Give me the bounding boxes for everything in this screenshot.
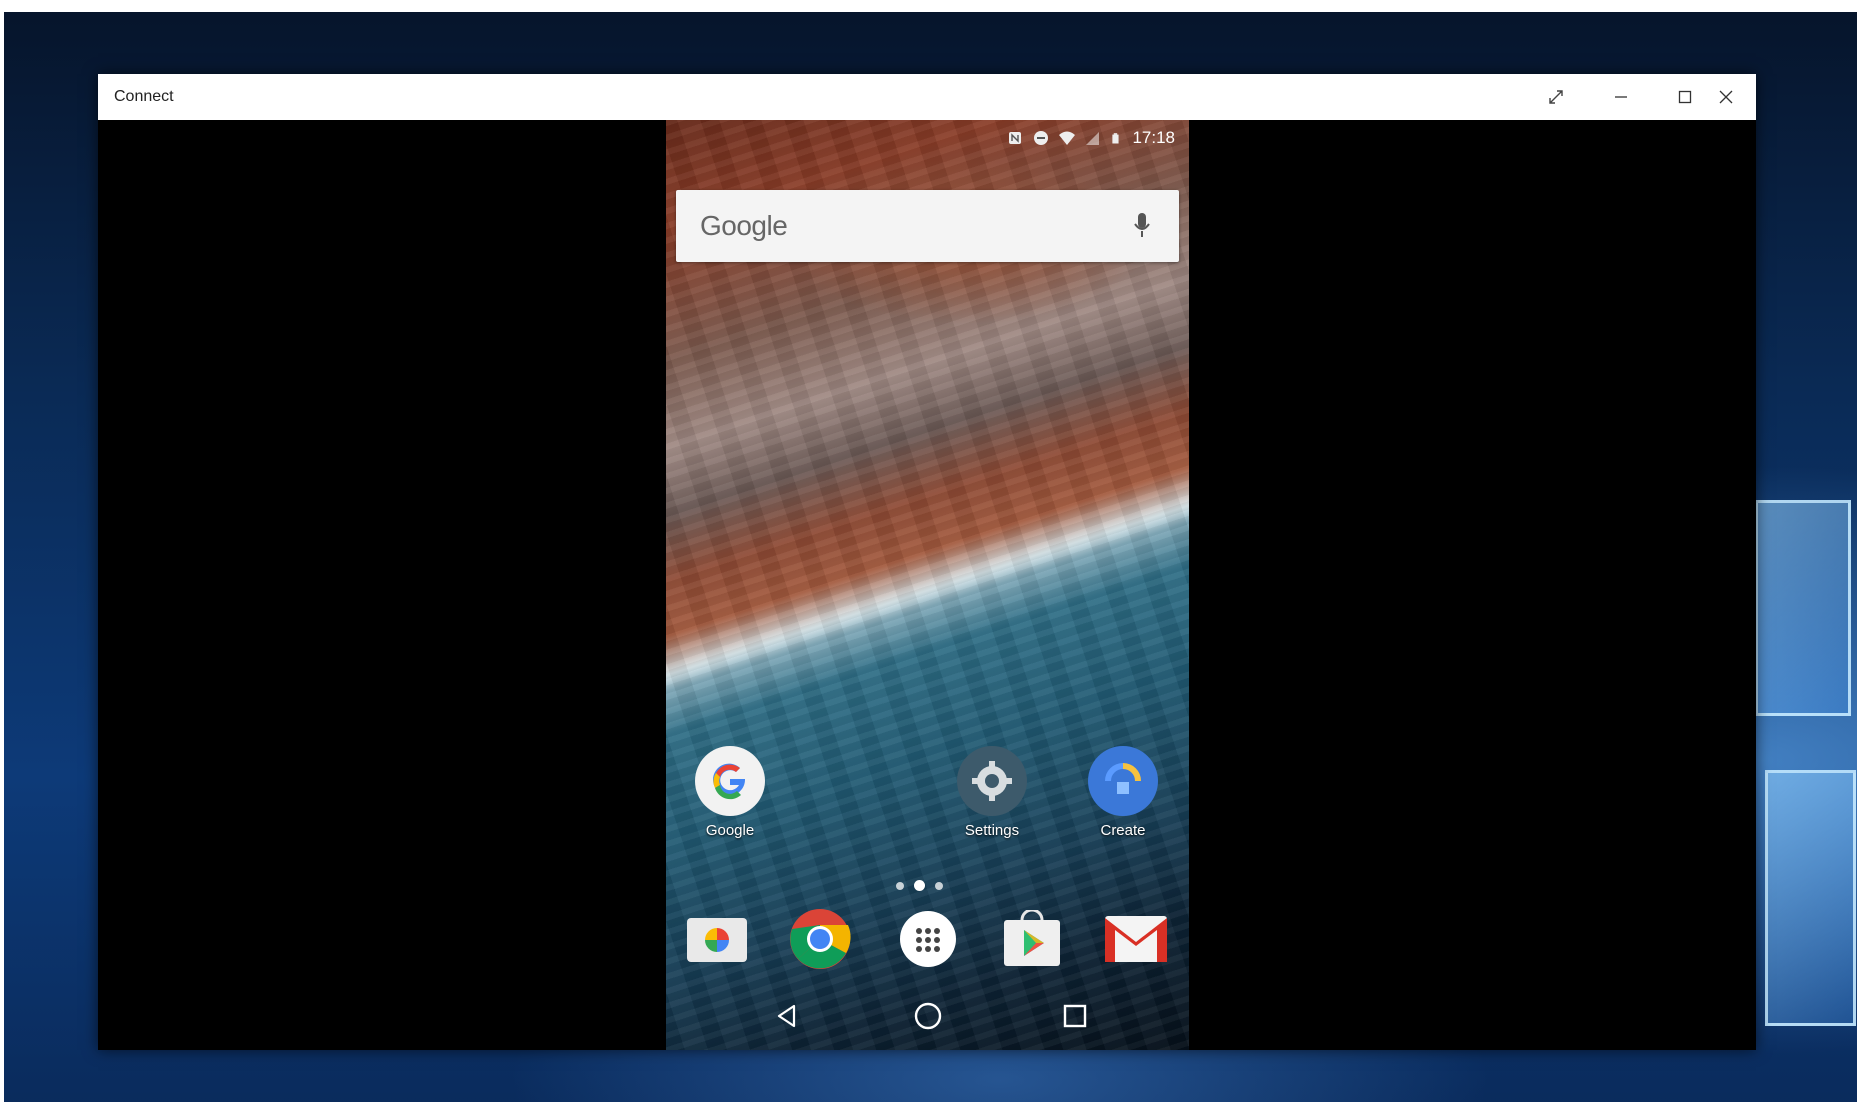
app-label: Google (705, 822, 755, 839)
dock-app-drawer[interactable] (895, 906, 961, 972)
status-bar: 17:18 (1007, 128, 1175, 148)
nav-home-button[interactable] (906, 996, 950, 1036)
fullscreen-button[interactable] (1526, 74, 1586, 120)
chrome-app-icon (790, 909, 851, 969)
google-search-bar[interactable]: Google (676, 190, 1179, 262)
dock-play-store[interactable] (999, 906, 1065, 972)
recents-icon (1063, 1004, 1087, 1028)
home-app-google[interactable]: Google (685, 746, 775, 839)
minimize-button[interactable] (1591, 74, 1651, 120)
app-label: Settings (964, 822, 1020, 839)
close-icon (1719, 90, 1733, 104)
play-store-app-icon (1004, 910, 1060, 966)
expand-diagonal-icon (1549, 90, 1563, 104)
screenshot-border-left (0, 0, 4, 1109)
nfc-icon (1009, 132, 1022, 144)
maximize-icon (1678, 90, 1692, 104)
gmail-app-icon (1105, 916, 1167, 962)
android-phone-screen[interactable]: 17:18 Google Google Settings Create (666, 120, 1189, 1050)
screenshot-border-top (0, 0, 1857, 12)
window-title: Connect (114, 88, 174, 105)
nav-back-button[interactable] (765, 996, 809, 1036)
settings-app-icon (957, 746, 1027, 816)
page-dot-active (914, 880, 925, 891)
page-indicator (896, 880, 943, 891)
battery-icon (1112, 133, 1120, 144)
nav-recents-button[interactable] (1053, 996, 1097, 1036)
status-time: 17:18 (1132, 128, 1175, 147)
dock-photos[interactable] (684, 906, 750, 972)
dock-chrome[interactable] (787, 906, 853, 972)
page-dot (896, 881, 904, 890)
home-icon (914, 1002, 942, 1030)
google-app-icon (695, 746, 765, 816)
minimize-icon (1615, 96, 1627, 98)
wifi-icon (1059, 131, 1076, 145)
signal-icon (1086, 132, 1100, 145)
photos-app-icon (687, 918, 747, 962)
page-dot (935, 881, 943, 890)
home-app-create[interactable]: Create (1078, 746, 1168, 839)
connect-app-window: Connect 17:18 Google Google Settings Cre… (98, 74, 1756, 1050)
screenshot-border-bottom (0, 1102, 1857, 1109)
app-drawer-icon (900, 911, 956, 967)
dock-gmail[interactable] (1103, 906, 1169, 972)
google-logo-text: Google (700, 210, 788, 241)
back-icon (777, 1004, 796, 1028)
title-bar: Connect (98, 74, 1756, 120)
create-app-icon (1088, 746, 1158, 816)
do-not-disturb-icon (1034, 131, 1049, 145)
home-app-settings[interactable]: Settings (947, 746, 1037, 839)
close-button[interactable] (1696, 74, 1756, 120)
microphone-icon[interactable] (1133, 212, 1151, 240)
app-label: Create (1100, 822, 1146, 839)
